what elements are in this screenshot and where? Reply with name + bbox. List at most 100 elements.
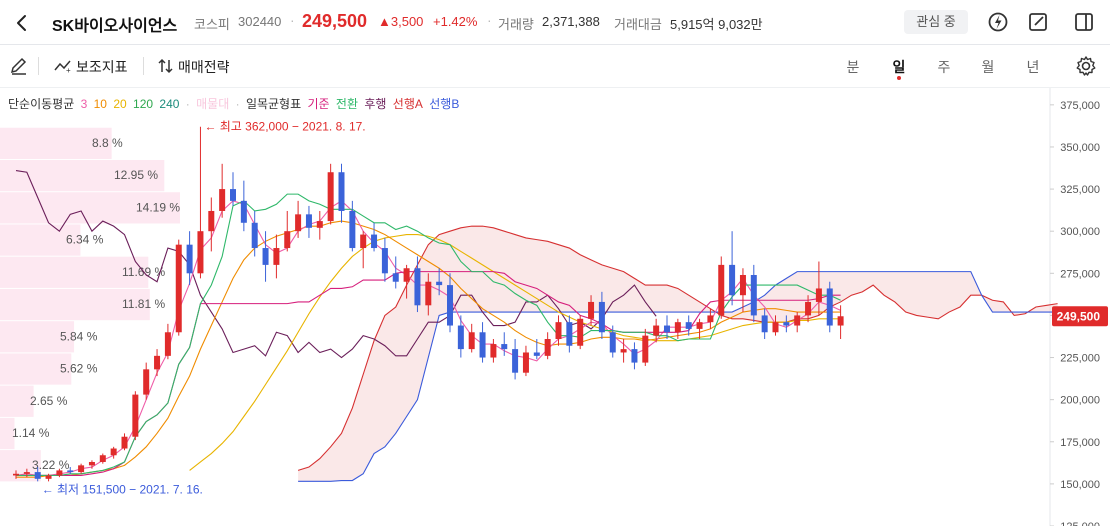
stock-name: SK바이오사이언스 bbox=[52, 18, 178, 35]
candle-body bbox=[99, 455, 106, 462]
volume-profile-label: 8.8 % bbox=[92, 136, 123, 150]
candle-body bbox=[143, 369, 150, 395]
candle-body bbox=[13, 473, 19, 476]
candle-body bbox=[175, 244, 182, 333]
sort-arrows-icon bbox=[158, 58, 173, 74]
volume-profile-label: 11.81 % bbox=[122, 297, 165, 311]
candle-body bbox=[425, 281, 432, 306]
candle-body bbox=[739, 274, 746, 296]
candle-body bbox=[674, 322, 681, 333]
candle-body bbox=[262, 248, 269, 265]
candle-body bbox=[219, 189, 226, 211]
candle-body bbox=[164, 332, 171, 356]
candle-body bbox=[110, 448, 117, 456]
candle-body bbox=[392, 273, 399, 282]
candle-body bbox=[696, 322, 703, 329]
volume-profile-label: 6.34 % bbox=[66, 233, 104, 247]
candle-body bbox=[761, 315, 768, 333]
candle-body bbox=[349, 210, 356, 249]
candle-body bbox=[240, 200, 247, 223]
candle-body bbox=[251, 222, 258, 249]
candle-body bbox=[88, 461, 95, 466]
indicator-icon: + bbox=[54, 60, 71, 74]
y-tick-label: 325,000 bbox=[1060, 184, 1100, 196]
candle-body bbox=[707, 315, 714, 323]
candle-body bbox=[664, 325, 670, 333]
candle-body bbox=[577, 318, 584, 346]
volume-label: 거래량 bbox=[498, 17, 534, 32]
candle-body bbox=[490, 344, 497, 358]
back-arrow-icon[interactable] bbox=[10, 11, 34, 35]
candle-body bbox=[197, 231, 204, 274]
period-week[interactable]: 주 bbox=[934, 57, 954, 77]
candle-body bbox=[555, 322, 562, 340]
candle-body bbox=[533, 352, 540, 356]
separator-dot: · bbox=[487, 12, 492, 28]
candle-body bbox=[653, 325, 660, 336]
candle-body bbox=[447, 285, 453, 326]
volume-profile-label: 1.14 % bbox=[12, 426, 50, 440]
candle-body bbox=[512, 349, 519, 373]
candle-body bbox=[371, 234, 378, 249]
period-minute[interactable]: 분 bbox=[843, 57, 863, 77]
toolbar-divider bbox=[38, 57, 39, 75]
candle-body bbox=[327, 172, 334, 222]
candle-body bbox=[826, 288, 833, 326]
lightning-icon[interactable] bbox=[986, 10, 1010, 34]
candle-body bbox=[794, 315, 801, 326]
sidebar-toggle-icon[interactable] bbox=[1072, 10, 1096, 34]
candle-body bbox=[23, 472, 30, 474]
volume-profile-label: 2.65 % bbox=[30, 394, 68, 408]
active-period-dot bbox=[897, 76, 901, 80]
candlestick-chart[interactable]: 8.8 %12.95 %14.19 %6.34 %11.69 %11.81 %5… bbox=[0, 88, 1110, 526]
volume-profile-label: 5.84 % bbox=[60, 329, 98, 343]
candle-body bbox=[457, 325, 464, 350]
separator-dot: · bbox=[290, 12, 295, 28]
svg-text:+: + bbox=[66, 66, 71, 74]
candle-body bbox=[78, 465, 85, 473]
y-tick-label: 125,000 bbox=[1060, 521, 1100, 526]
candle-body bbox=[685, 322, 692, 329]
candle-body bbox=[544, 339, 551, 356]
edit-note-icon[interactable] bbox=[1026, 10, 1050, 34]
watchlist-button[interactable]: 관심 중 bbox=[904, 10, 968, 34]
y-tick-label: 150,000 bbox=[1060, 479, 1100, 491]
candle-body bbox=[316, 221, 323, 228]
volume-profile-bar bbox=[0, 385, 34, 417]
pencil-icon[interactable] bbox=[8, 55, 30, 77]
strategy-button[interactable]: 매매전략 bbox=[178, 57, 230, 77]
low-price-annotation: ← 최저 151,500 − 2021. 7. 16. bbox=[42, 482, 203, 496]
indicator-button[interactable]: 보조지표 bbox=[76, 57, 128, 77]
ichimoku-cloud bbox=[298, 226, 1058, 482]
period-day[interactable]: 일 bbox=[889, 57, 909, 77]
candle-body bbox=[67, 470, 74, 473]
high-price-annotation: ← 최고 362,000 − 2021. 8. 17. bbox=[204, 120, 365, 134]
candle-body bbox=[718, 264, 725, 316]
settings-gear-icon[interactable] bbox=[1075, 55, 1097, 77]
candle-body bbox=[295, 214, 302, 232]
current-price-tag-label: 249,500 bbox=[1057, 309, 1101, 323]
candle-body bbox=[566, 322, 573, 346]
market-name: 코스피 bbox=[194, 17, 230, 32]
price-change-pct: +1.42% bbox=[433, 14, 478, 29]
candle-body bbox=[360, 234, 367, 249]
y-tick-label: 375,000 bbox=[1060, 100, 1100, 112]
candle-body bbox=[45, 475, 52, 479]
candle-body bbox=[468, 332, 475, 350]
candle-body bbox=[783, 322, 790, 326]
y-tick-label: 225,000 bbox=[1060, 353, 1100, 365]
candle-body bbox=[34, 472, 41, 479]
chart-toolbar: + 보조지표 매매전략 분 일 주 월 년 bbox=[0, 45, 1110, 88]
price-change: ▲3,500 bbox=[378, 14, 424, 29]
period-month[interactable]: 월 bbox=[978, 57, 998, 77]
current-price: 249,500 bbox=[302, 11, 368, 31]
candle-body bbox=[414, 268, 421, 306]
y-tick-label: 200,000 bbox=[1060, 395, 1100, 407]
candle-body bbox=[598, 301, 605, 333]
candle-body bbox=[642, 335, 649, 363]
candle-body bbox=[631, 349, 638, 363]
candle-body bbox=[132, 394, 139, 437]
volume-value: 2,371,388 bbox=[542, 14, 600, 29]
period-year[interactable]: 년 bbox=[1023, 57, 1043, 77]
candle-body bbox=[729, 264, 736, 296]
